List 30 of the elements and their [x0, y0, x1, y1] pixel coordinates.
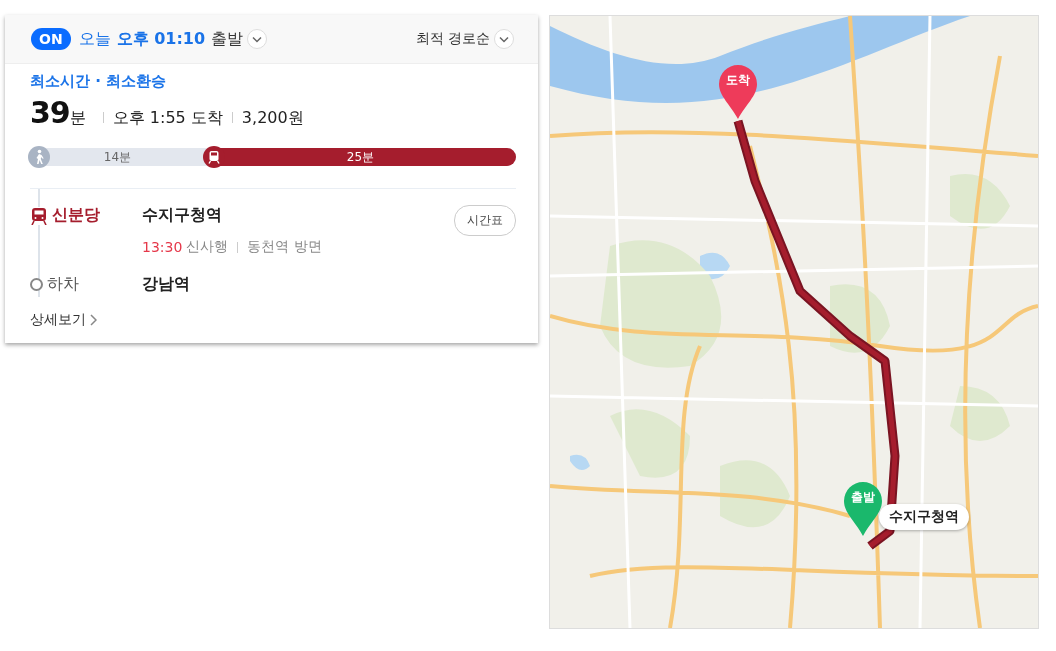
station-name: 수지구청역: [142, 205, 223, 226]
train-icon: [30, 206, 48, 225]
line-name: 신분당: [52, 205, 100, 226]
station-callout: 수지구청역: [879, 504, 969, 530]
departure-time: 13:30: [142, 239, 183, 255]
platform-direction: 동천역 방면: [247, 238, 322, 256]
destination-pin[interactable]: 도착: [718, 64, 758, 120]
walking-person-icon: [28, 146, 50, 168]
details-link[interactable]: 상세보기: [30, 311, 97, 329]
fare: 3,200원: [241, 108, 304, 129]
map-view[interactable]: 도착 출발 수지구청역: [549, 15, 1039, 629]
departure-label: 출발: [211, 28, 244, 50]
segment-duration: 25분: [346, 148, 375, 166]
arrival-time: 오후 1:55 도착: [112, 108, 223, 129]
chevron-right-icon: [89, 314, 97, 326]
duration-unit: 분: [69, 108, 86, 129]
departure-time: 오후 01:10: [116, 28, 206, 50]
alight-label: 하차: [47, 274, 79, 295]
stop-ring-icon: [30, 278, 43, 291]
sort-dropdown[interactable]: 최적 경로순: [415, 30, 490, 48]
timetable-button[interactable]: 시간표: [454, 205, 516, 236]
duration-value: 39: [30, 95, 70, 130]
realtime-toggle[interactable]: ON: [31, 28, 71, 50]
route-tags: 최소시간 · 최소환승: [30, 72, 516, 91]
departure-day: 오늘: [78, 28, 111, 50]
station-name: 강남역: [142, 274, 191, 295]
dropdown-chevron-icon[interactable]: [247, 29, 268, 49]
train-destination: 신사행: [186, 238, 229, 256]
segment-duration: 14분: [103, 148, 132, 166]
dropdown-chevron-icon[interactable]: [494, 29, 514, 49]
